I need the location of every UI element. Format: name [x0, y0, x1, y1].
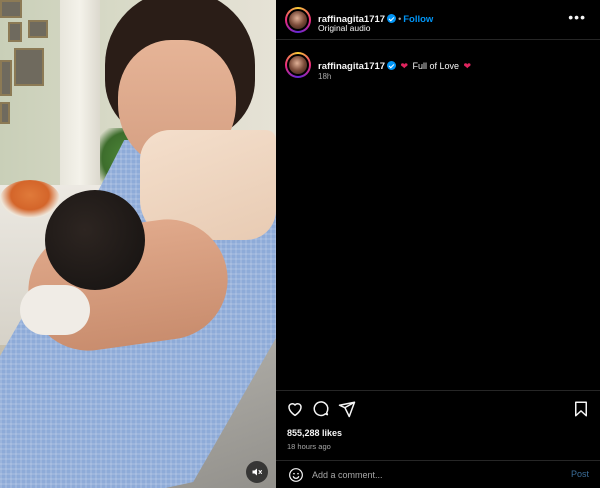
- wall-picture: [8, 22, 22, 42]
- separator-dot: •: [398, 14, 402, 24]
- wall-picture: [28, 20, 48, 38]
- caption-text: Full of Love: [412, 61, 460, 71]
- author-avatar[interactable]: [285, 7, 311, 33]
- wall-picture: [0, 0, 22, 18]
- post-comment-button[interactable]: Post: [571, 469, 589, 479]
- more-icon[interactable]: •••: [568, 10, 586, 24]
- verified-icon: [387, 14, 397, 23]
- caption-username[interactable]: raffinagita1717: [318, 61, 385, 72]
- mute-icon: [252, 468, 262, 476]
- curtain: [60, 0, 100, 200]
- baby-body: [20, 285, 90, 335]
- share-icon[interactable]: [338, 400, 356, 418]
- wall-picture: [0, 60, 12, 96]
- comment-icon[interactable]: [312, 400, 330, 418]
- food-bowl: [0, 180, 60, 218]
- bookmark-icon[interactable]: [572, 400, 590, 418]
- emoji-icon[interactable]: [288, 467, 304, 483]
- wall-picture: [14, 48, 44, 86]
- caption-avatar[interactable]: [285, 52, 311, 78]
- caption-line: raffinagita1717 ❤ Full of Love ❤: [318, 56, 471, 74]
- audio-label[interactable]: Original audio: [318, 23, 370, 33]
- post-details-panel: raffinagita1717 • Follow Original audio ••…: [276, 0, 600, 488]
- post-timestamp: 18 hours ago: [287, 442, 331, 451]
- wall-picture: [0, 102, 10, 124]
- mute-button[interactable]: [246, 461, 268, 483]
- baby-head: [45, 190, 145, 290]
- post-media[interactable]: [0, 0, 276, 488]
- post-header: raffinagita1717 • Follow Original audio ••…: [276, 0, 600, 40]
- avatar-image: [287, 9, 309, 31]
- action-bar: 855,288 likes 18 hours ago: [276, 390, 600, 460]
- verified-icon: [387, 61, 397, 70]
- likes-count[interactable]: 855,288 likes: [287, 428, 342, 438]
- comment-bar: Post: [276, 460, 600, 488]
- follow-button[interactable]: Follow: [403, 14, 433, 25]
- comment-input[interactable]: [312, 466, 552, 484]
- heart-emoji: ❤: [463, 61, 472, 71]
- avatar-image: [287, 54, 309, 76]
- heart-icon[interactable]: [286, 400, 304, 418]
- caption-time[interactable]: 18h: [318, 72, 331, 81]
- heart-emoji: ❤: [400, 61, 409, 71]
